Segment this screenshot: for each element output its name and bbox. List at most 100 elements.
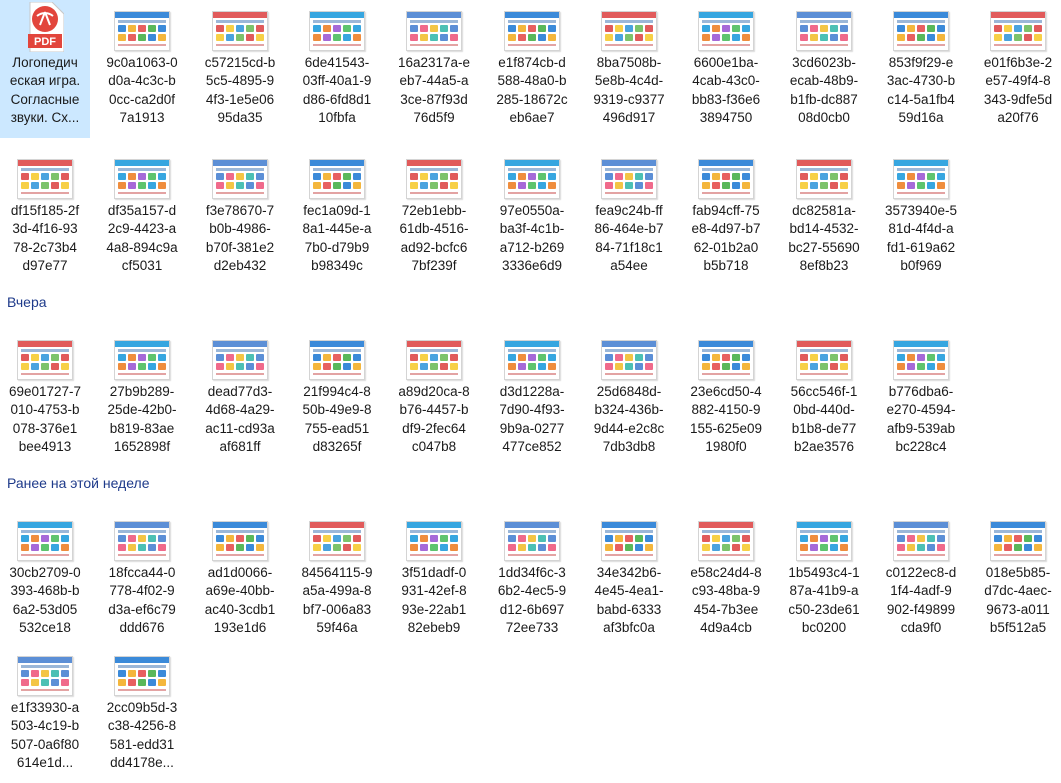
file-item[interactable]: 30cb2709-0 393-468b-b 6a2-53d05 532ce18 <box>0 510 90 648</box>
file-name: 21f994c4-8 50b-49e9-8 755-ead51 d83265f <box>302 384 372 454</box>
file-thumbnail-image <box>212 340 268 380</box>
file-name: 9c0a1063-0 d0a-4c3c-b 0cc-ca2d0f 7a1913 <box>106 55 178 125</box>
file-item[interactable]: 84564115-9 a5a-499a-8 bf7-006a83 59f46a <box>292 510 382 648</box>
file-item[interactable]: 25d6848d-b324-436b- 9d44-e2c8c 7db3db8 <box>584 329 674 467</box>
file-item[interactable]: e01f6b3e-2 e57-49f4-8 343-9dfe5d a20f76 <box>973 0 1061 138</box>
file-name: 3cd6023b-ecab-48b9- b1fb-dc887 08d0cb0 <box>789 55 859 125</box>
file-thumbnail-image <box>309 159 365 199</box>
file-item[interactable]: a89d20ca-8 b76-4457-b df9-2fec64 c047b8 <box>389 329 479 467</box>
file-item[interactable]: dc82581a-bd14-4532- bc27-55690 8ef8b23 <box>779 148 869 286</box>
file-name: b776dba6- e270-4594- afb9-539ab bc228c4 <box>886 384 956 454</box>
file-name: Логопедич еская игра. Согласные звуки. С… <box>9 55 81 125</box>
file-thumbnail-image <box>406 11 462 51</box>
file-name: 34e342b6- 4e45-4ea1- babd-6333 af3bfc0a <box>594 565 664 635</box>
file-name: dead77d3- 4d68-4a29- ac11-cd93a af681ff <box>205 384 275 454</box>
file-thumbnail-image <box>601 11 657 51</box>
file-item[interactable]: 018e5b85- d7dc-4aec- 9673-a011 b5f512a5 <box>973 510 1061 648</box>
file-thumbnail-image <box>796 521 852 561</box>
file-thumbnail-image <box>796 11 852 51</box>
file-name: c57215cd-b 5c5-4895-9 4f3-1e5e06 95da35 <box>204 55 276 125</box>
file-name: 018e5b85- d7dc-4aec- 9673-a011 b5f512a5 <box>984 565 1052 635</box>
file-item[interactable]: 8ba7508b- 5e8b-4c4d- 9319-c9377 496d917 <box>584 0 674 138</box>
file-name: e1f33930-a 503-4c19-b 507-0a6f80 614e1d... <box>10 700 80 770</box>
file-item[interactable]: 27b9b289- 25de-42b0- b819-83ae 1652898f <box>97 329 187 467</box>
file-name: 6de41543- 03ff-40a1-9 d86-6fd8d1 10fbfa <box>302 55 372 125</box>
file-name: e01f6b3e-2 e57-49f4-8 343-9dfe5d a20f76 <box>983 55 1053 125</box>
file-name: 84564115-9 a5a-499a-8 bf7-006a83 59f46a <box>301 565 373 635</box>
file-item[interactable]: f3e78670-7 b0b-4986- b70f-381e2 d2eb432 <box>195 148 285 286</box>
file-name: e58c24d4-8 c93-48ba-9 454-7b3ee 4d9a4cb <box>690 565 762 635</box>
file-item-pdf[interactable]: PDF Логопедич еская игра. Согласные звук… <box>0 0 90 138</box>
file-name: fab94cff-75 e8-4d97-b7 62-01b2a0 b5b718 <box>691 203 761 273</box>
file-thumbnail-image <box>893 521 949 561</box>
file-thumbnail-image <box>212 521 268 561</box>
file-name: e1f874cb-d 588-48a0-b 285-18672c eb6ae7 <box>496 55 568 125</box>
group-header[interactable]: Ранее на этой неделе <box>7 475 150 491</box>
file-item[interactable]: 1dd34f6c-3 6b2-4ec5-9 d12-6b697 72ee733 <box>487 510 577 648</box>
file-name: 25d6848d-b324-436b- 9d44-e2c8c 7db3db8 <box>593 384 665 454</box>
file-name: 56cc546f-1 0bd-440d-b1b8-de77 b2ae3576 <box>790 384 858 454</box>
file-item[interactable]: 6600e1ba- 4cab-43c0- bb83-f36e6 3894750 <box>681 0 771 138</box>
file-thumbnail-image <box>504 11 560 51</box>
file-thumbnail-image <box>17 656 73 696</box>
file-thumbnail-image <box>504 159 560 199</box>
file-name: c0122ec8-d 1f4-4adf-9 902-f49899 cda9f0 <box>885 565 957 635</box>
file-name: 853f9f29-e 3ac-4730-b c14-5a1fb4 59d16a <box>886 55 956 125</box>
file-name: 23e6cd50-4 882-4150-9 155-625e09 1980f0 <box>689 384 763 454</box>
file-item[interactable]: e1f874cb-d 588-48a0-b 285-18672c eb6ae7 <box>487 0 577 138</box>
file-name: f3e78670-7 b0b-4986- b70f-381e2 d2eb432 <box>205 203 275 273</box>
file-name: 1dd34f6c-3 6b2-4ec5-9 d12-6b697 72ee733 <box>497 565 567 635</box>
file-name: fea9c24b-ff 86-464e-b7 84-71f18c1 a54ee <box>594 203 664 273</box>
file-thumbnail-image <box>114 159 170 199</box>
file-thumbnail-image <box>114 11 170 51</box>
file-item[interactable]: 18fcca44-0 778-4f02-9 d3a-ef6c79 ddd676 <box>97 510 187 648</box>
file-item[interactable]: dead77d3- 4d68-4a29- ac11-cd93a af681ff <box>195 329 285 467</box>
file-item[interactable]: 23e6cd50-4 882-4150-9 155-625e09 1980f0 <box>681 329 771 467</box>
file-name: 3f51dadf-0 931-42ef-8 93e-22ab1 82ebeb9 <box>401 565 467 635</box>
file-thumbnail-image <box>893 159 949 199</box>
file-item[interactable]: fea9c24b-ff 86-464e-b7 84-71f18c1 a54ee <box>584 148 674 286</box>
file-item[interactable]: 21f994c4-8 50b-49e9-8 755-ead51 d83265f <box>292 329 382 467</box>
file-name: 8ba7508b- 5e8b-4c4d- 9319-c9377 496d917 <box>593 55 665 125</box>
file-item[interactable]: 9c0a1063-0 d0a-4c3c-b 0cc-ca2d0f 7a1913 <box>97 0 187 138</box>
file-item[interactable]: 34e342b6- 4e45-4ea1- babd-6333 af3bfc0a <box>584 510 674 648</box>
file-item[interactable]: 3cd6023b-ecab-48b9- b1fb-dc887 08d0cb0 <box>779 0 869 138</box>
file-thumbnail-image <box>601 159 657 199</box>
file-item[interactable]: fec1a09d-1 8a1-445e-a 7b0-d79b9 b98349c <box>292 148 382 286</box>
file-thumbnail-image <box>796 159 852 199</box>
file-item[interactable]: b776dba6- e270-4594- afb9-539ab bc228c4 <box>876 329 966 467</box>
file-item[interactable]: 1b5493c4-1 87a-41b9-a c50-23de61 bc0200 <box>779 510 869 648</box>
file-item[interactable]: 2cc09b5d-3 c38-4256-8 581-edd31 dd4178e... <box>97 645 187 783</box>
file-thumbnail-image <box>114 340 170 380</box>
file-name: d3d1228a- 7d90-4f93- 9b9a-0277 477ce852 <box>499 384 565 454</box>
file-item[interactable]: e1f33930-a 503-4c19-b 507-0a6f80 614e1d... <box>0 645 90 783</box>
file-item[interactable]: 3573940e-5 81d-4f4d-a fd1-619a62 b0f969 <box>876 148 966 286</box>
file-thumbnail-image <box>893 11 949 51</box>
file-item[interactable]: df15f185-2f 3d-4f16-93 78-2c73b4 d97e77 <box>0 148 90 286</box>
group-header[interactable]: Вчера <box>7 294 47 310</box>
file-item[interactable]: 6de41543- 03ff-40a1-9 d86-6fd8d1 10fbfa <box>292 0 382 138</box>
file-item[interactable]: 3f51dadf-0 931-42ef-8 93e-22ab1 82ebeb9 <box>389 510 479 648</box>
file-item[interactable]: 56cc546f-1 0bd-440d-b1b8-de77 b2ae3576 <box>779 329 869 467</box>
file-thumbnail-image <box>309 11 365 51</box>
file-item[interactable]: 97e0550a-ba3f-4c1b-a712-b269 3336e6d9 <box>487 148 577 286</box>
file-item[interactable]: fab94cff-75 e8-4d97-b7 62-01b2a0 b5b718 <box>681 148 771 286</box>
file-thumbnail-image <box>504 521 560 561</box>
file-item[interactable]: c57215cd-b 5c5-4895-9 4f3-1e5e06 95da35 <box>195 0 285 138</box>
file-item[interactable]: e58c24d4-8 c93-48ba-9 454-7b3ee 4d9a4cb <box>681 510 771 648</box>
file-thumbnail-image <box>796 340 852 380</box>
file-name: 30cb2709-0 393-468b-b 6a2-53d05 532ce18 <box>9 565 81 635</box>
pdf-file-icon: PDF <box>28 2 64 52</box>
file-thumbnail-image <box>990 11 1046 51</box>
file-item[interactable]: 853f9f29-e 3ac-4730-b c14-5a1fb4 59d16a <box>876 0 966 138</box>
file-item[interactable]: ad1d0066- a69e-40bb-ac40-3cdb1 193e1d6 <box>195 510 285 648</box>
file-item[interactable]: 72eb1ebb- 61db-4516- ad92-bcfc6 7bf239f <box>389 148 479 286</box>
file-item[interactable]: c0122ec8-d 1f4-4adf-9 902-f49899 cda9f0 <box>876 510 966 648</box>
file-item[interactable]: df35a157-d 2c9-4423-a 4a8-894c9a cf5031 <box>97 148 187 286</box>
file-item[interactable]: d3d1228a- 7d90-4f93- 9b9a-0277 477ce852 <box>487 329 577 467</box>
file-thumbnail-image <box>698 521 754 561</box>
file-item[interactable]: 16a2317a-e eb7-44a5-a 3ce-87f93d 76d5f9 <box>389 0 479 138</box>
file-item[interactable]: 69e01727-7 010-4753-b 078-376e1 bee4913 <box>0 329 90 467</box>
file-thumbnail-image <box>406 521 462 561</box>
file-thumbnail-image <box>17 340 73 380</box>
